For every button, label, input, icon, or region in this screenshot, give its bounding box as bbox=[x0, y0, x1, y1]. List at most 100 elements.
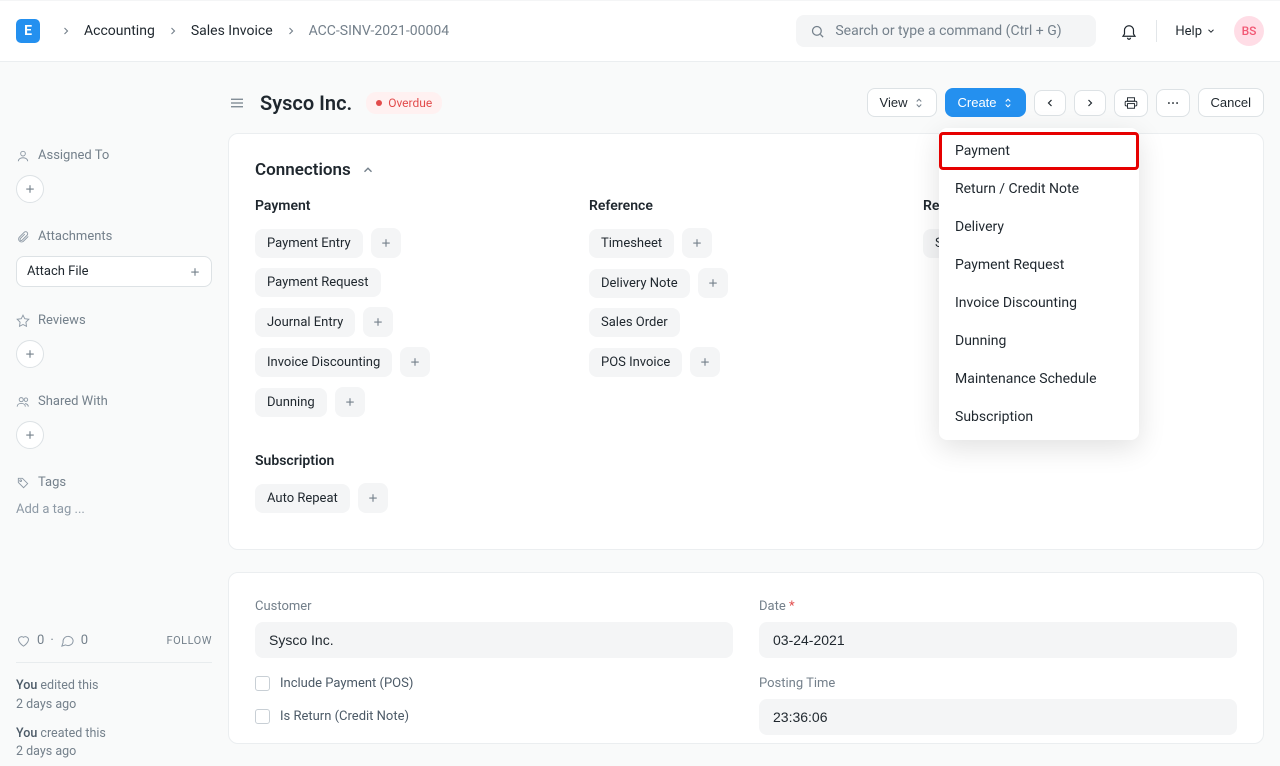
customer-label: Customer bbox=[255, 599, 733, 614]
posting-time-input[interactable] bbox=[759, 699, 1237, 735]
create-menu-payment-request[interactable]: Payment Request bbox=[939, 246, 1139, 284]
chip-sales-order[interactable]: Sales Order bbox=[589, 308, 680, 337]
plus-icon bbox=[24, 429, 36, 441]
plus-icon bbox=[344, 396, 356, 408]
add-journal-entry[interactable] bbox=[363, 307, 393, 337]
printer-icon bbox=[1124, 96, 1138, 110]
breadcrumb-doc-id[interactable]: ACC-SINV-2021-00004 bbox=[309, 23, 449, 39]
chip-timesheet[interactable]: Timesheet bbox=[589, 229, 674, 258]
more-menu-button[interactable] bbox=[1156, 89, 1190, 117]
add-dunning[interactable] bbox=[335, 387, 365, 417]
add-share-button[interactable] bbox=[16, 421, 44, 449]
likes-count: 0 bbox=[37, 633, 44, 648]
reference-heading: Reference bbox=[589, 198, 903, 214]
app-logo[interactable]: E bbox=[16, 19, 40, 43]
chip-pos-invoice[interactable]: POS Invoice bbox=[589, 348, 682, 377]
prev-button[interactable] bbox=[1034, 90, 1066, 116]
search-icon bbox=[810, 24, 825, 39]
plus-icon bbox=[380, 237, 392, 249]
connections-title: Connections bbox=[255, 160, 351, 180]
chip-journal-entry[interactable]: Journal Entry bbox=[255, 308, 355, 337]
sort-icon bbox=[914, 97, 924, 109]
comment-icon[interactable] bbox=[60, 633, 75, 648]
plus-icon bbox=[189, 266, 201, 278]
attach-file-label: Attach File bbox=[27, 264, 89, 279]
create-label: Create bbox=[958, 95, 997, 110]
shared-with-label: Shared With bbox=[16, 394, 212, 409]
create-menu-return-credit[interactable]: Return / Credit Note bbox=[939, 170, 1139, 208]
assigned-to-label: Assigned To bbox=[16, 148, 212, 163]
plus-icon bbox=[409, 356, 421, 368]
create-button[interactable]: Create bbox=[945, 88, 1026, 117]
chevron-up-icon[interactable] bbox=[361, 163, 375, 177]
next-button[interactable] bbox=[1074, 90, 1106, 116]
plus-icon bbox=[24, 183, 36, 195]
customer-input[interactable] bbox=[255, 622, 733, 658]
add-pos-invoice[interactable] bbox=[690, 347, 720, 377]
attach-file-button[interactable]: Attach File bbox=[16, 256, 212, 287]
user-avatar[interactable]: BS bbox=[1234, 16, 1264, 46]
separator-dot: · bbox=[50, 633, 53, 648]
breadcrumb-accounting[interactable]: Accounting bbox=[84, 23, 155, 39]
create-menu-subscription[interactable]: Subscription bbox=[939, 398, 1139, 436]
create-menu-delivery[interactable]: Delivery bbox=[939, 208, 1139, 246]
plus-icon bbox=[24, 348, 36, 360]
add-timesheet[interactable] bbox=[682, 228, 712, 258]
create-menu-maintenance-schedule[interactable]: Maintenance Schedule bbox=[939, 360, 1139, 398]
chip-invoice-discounting[interactable]: Invoice Discounting bbox=[255, 348, 392, 377]
cancel-button[interactable]: Cancel bbox=[1198, 88, 1264, 117]
add-review-button[interactable] bbox=[16, 340, 44, 368]
search-placeholder: Search or type a command (Ctrl + G) bbox=[835, 23, 1061, 39]
bell-icon[interactable] bbox=[1120, 22, 1138, 40]
chip-auto-repeat[interactable]: Auto Repeat bbox=[255, 484, 350, 513]
add-payment-entry[interactable] bbox=[371, 228, 401, 258]
chevron-down-icon bbox=[1206, 26, 1216, 36]
add-delivery-note[interactable] bbox=[698, 268, 728, 298]
comments-count: 0 bbox=[81, 633, 88, 648]
subscription-heading: Subscription bbox=[255, 453, 1237, 469]
heart-icon[interactable] bbox=[16, 633, 31, 648]
reviews-label: Reviews bbox=[16, 313, 212, 328]
activity-feed: You edited this 2 days ago You created t… bbox=[16, 677, 212, 762]
tags-input[interactable]: Add a tag ... bbox=[16, 502, 212, 517]
chip-payment-entry[interactable]: Payment Entry bbox=[255, 229, 363, 258]
add-invoice-discounting[interactable] bbox=[400, 347, 430, 377]
is-return-checkbox[interactable]: Is Return (Credit Note) bbox=[255, 709, 733, 724]
plus-icon bbox=[707, 277, 719, 289]
print-button[interactable] bbox=[1114, 89, 1148, 117]
star-icon bbox=[16, 314, 30, 328]
breadcrumb-sales-invoice[interactable]: Sales Invoice bbox=[191, 23, 273, 39]
create-menu-invoice-discounting[interactable]: Invoice Discounting bbox=[939, 284, 1139, 322]
chevron-right-icon bbox=[167, 25, 179, 37]
user-icon bbox=[16, 149, 30, 163]
help-label: Help bbox=[1175, 24, 1202, 39]
chevron-right-icon bbox=[285, 25, 297, 37]
include-pos-label: Include Payment (POS) bbox=[280, 676, 413, 691]
tag-icon bbox=[16, 476, 30, 490]
breadcrumb: Accounting Sales Invoice ACC-SINV-2021-0… bbox=[60, 23, 449, 39]
chip-payment-request[interactable]: Payment Request bbox=[255, 268, 381, 297]
plus-icon bbox=[691, 237, 703, 249]
hamburger-icon[interactable] bbox=[228, 94, 246, 112]
follow-button[interactable]: Follow bbox=[167, 634, 212, 647]
attachments-label: Attachments bbox=[16, 229, 212, 244]
add-assignee-button[interactable] bbox=[16, 175, 44, 203]
chip-dunning[interactable]: Dunning bbox=[255, 388, 327, 417]
search-input[interactable]: Search or type a command (Ctrl + G) bbox=[796, 15, 1096, 47]
checkbox-icon bbox=[255, 709, 270, 724]
chip-delivery-note[interactable]: Delivery Note bbox=[589, 269, 690, 298]
payment-heading: Payment bbox=[255, 198, 569, 214]
divider bbox=[1156, 20, 1157, 42]
plus-icon bbox=[367, 492, 379, 504]
sort-icon bbox=[1003, 97, 1013, 109]
view-label: View bbox=[880, 95, 908, 110]
create-menu-payment[interactable]: Payment bbox=[939, 132, 1139, 170]
date-input[interactable] bbox=[759, 622, 1237, 658]
help-menu[interactable]: Help bbox=[1175, 24, 1216, 39]
create-menu-dunning[interactable]: Dunning bbox=[939, 322, 1139, 360]
include-pos-checkbox[interactable]: Include Payment (POS) bbox=[255, 676, 733, 691]
plus-icon bbox=[699, 356, 711, 368]
view-button[interactable]: View bbox=[867, 88, 937, 117]
chevron-right-icon bbox=[60, 25, 72, 37]
add-auto-repeat[interactable] bbox=[358, 483, 388, 513]
